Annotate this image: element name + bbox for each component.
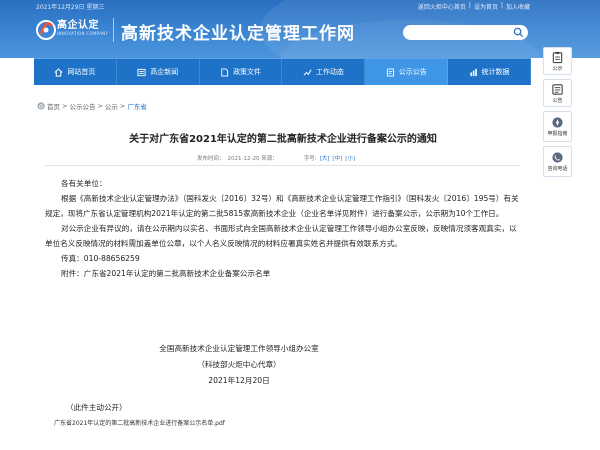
breadcrumb-separator: > bbox=[97, 102, 103, 110]
link-torch-home[interactable]: 返回火炬中心首页 bbox=[418, 2, 466, 11]
font-size-label: 字号: bbox=[303, 156, 317, 162]
link-separator: | bbox=[468, 2, 471, 9]
breadcrumb: 首页 > 公示公告 > 公示 > 广东省 bbox=[37, 101, 147, 111]
side-item-announcement[interactable]: 公告 bbox=[543, 79, 572, 107]
side-toolbar: 公示 公告 申报指南 咨询电话 bbox=[543, 47, 572, 181]
paragraph: 根据《高新技术企业认定管理办法》（国科发火〔2016〕32号）和《高新技术企业认… bbox=[45, 194, 519, 218]
nav-label: 公示公告 bbox=[398, 68, 427, 76]
nav-item-home[interactable]: 网站首页 bbox=[34, 59, 117, 85]
breadcrumb-current[interactable]: 广东省 bbox=[127, 101, 147, 111]
greeting: 各有关单位： bbox=[61, 179, 107, 188]
document-icon bbox=[221, 67, 229, 77]
site-header: 2021年12月29日 星期三 返回火炬中心首页 | 设为首页 | 加入收藏 高… bbox=[0, 0, 600, 58]
announcement-icon bbox=[552, 83, 563, 95]
published-label: 发布时间： bbox=[197, 156, 225, 162]
side-label: 公告 bbox=[552, 97, 563, 104]
header-divider bbox=[113, 18, 114, 42]
logo-subtitle: INNOVATION COMPANY bbox=[57, 31, 109, 36]
side-item-guide[interactable]: 申报指南 bbox=[543, 111, 572, 142]
nav-label: 高企新闻 bbox=[150, 68, 179, 76]
clipboard-icon bbox=[552, 51, 563, 63]
home-icon bbox=[54, 67, 63, 77]
signature-seal: （科技部火炬中心代章） bbox=[197, 360, 281, 369]
nav-label: 统计数据 bbox=[481, 68, 510, 76]
breadcrumb-notices[interactable]: 公示公告 bbox=[69, 101, 95, 111]
fax-line: 传真：010-88656259 bbox=[61, 254, 140, 263]
notice-icon bbox=[386, 67, 394, 77]
site-title: 高新技术企业认定管理工作网 bbox=[121, 24, 355, 44]
font-size-small[interactable]: [小] bbox=[345, 154, 355, 162]
side-item-publicity[interactable]: 公示 bbox=[543, 47, 572, 75]
nav-label: 网站首页 bbox=[67, 68, 96, 76]
breadcrumb-separator: > bbox=[119, 102, 126, 110]
article-body: 各有关单位： 根据《高新技术企业认定管理办法》（国科发火〔2016〕32号）和《… bbox=[45, 176, 520, 281]
side-item-phone[interactable]: 咨询电话 bbox=[543, 146, 572, 177]
nav-item-work-updates[interactable]: 工作动态 bbox=[282, 59, 366, 85]
nav-item-news[interactable]: 高企新闻 bbox=[117, 59, 200, 85]
trend-icon bbox=[303, 69, 312, 76]
side-label: 公示 bbox=[552, 65, 563, 72]
search-icon[interactable] bbox=[513, 27, 524, 38]
article-meta: 发布时间： 2021-12-20 来源： 字号: [大] [中] [小] bbox=[197, 154, 355, 162]
nav-item-policy[interactable]: 政策文件 bbox=[200, 59, 283, 85]
attachment-line: 附件：广东省2021年认定的第二批高新技术企业备案公示名单 bbox=[61, 269, 271, 278]
side-label: 申报指南 bbox=[547, 131, 568, 137]
home-icon bbox=[37, 102, 45, 110]
published-date: 2021-12-20 来源： bbox=[227, 156, 278, 162]
date-display: 2021年12月29日 星期三 bbox=[36, 4, 105, 11]
logo-text: 高企认定 bbox=[57, 20, 99, 31]
font-size-medium[interactable]: [中] bbox=[332, 154, 342, 162]
attachment-pdf-link[interactable]: 广东省2021年认定的第二批高新技术企业进行备案公示名单.pdf bbox=[54, 418, 225, 427]
breadcrumb-separator: > bbox=[62, 102, 68, 110]
search-input[interactable] bbox=[403, 25, 528, 40]
stats-icon bbox=[469, 68, 477, 76]
title-divider bbox=[45, 165, 520, 166]
nav-item-notices[interactable]: 公示公告 bbox=[365, 59, 449, 85]
meta-spacer bbox=[281, 154, 301, 162]
news-icon bbox=[137, 68, 146, 76]
side-label: 咨询电话 bbox=[547, 166, 568, 172]
font-size-large[interactable]: [大] bbox=[320, 154, 330, 162]
article-title: 关于对广东省2021年认定的第二批高新技术企业进行备案公示的通知 bbox=[129, 134, 437, 145]
nav-label: 政策文件 bbox=[233, 68, 262, 76]
guide-icon bbox=[552, 117, 563, 128]
signature-date: 2021年12月20日 bbox=[208, 376, 270, 385]
phone-icon bbox=[552, 152, 563, 163]
link-set-homepage[interactable]: 设为首页 bbox=[474, 2, 498, 11]
breadcrumb-publicity[interactable]: 公示 bbox=[105, 101, 118, 111]
paragraph: 对公示企业有异议的，请在公示期内以实名、书面形式向全国高新技术企业认定管理工作领… bbox=[45, 224, 517, 248]
link-add-favorite[interactable]: 加入收藏 bbox=[506, 2, 530, 11]
top-links: 返回火炬中心首页 | 设为首页 | 加入收藏 bbox=[418, 2, 530, 11]
breadcrumb-home[interactable]: 首页 bbox=[47, 101, 60, 111]
nav-label: 工作动态 bbox=[315, 68, 344, 76]
public-note: （此件主动公开） bbox=[66, 403, 127, 412]
main-nav: 网站首页 高企新闻 政策文件 工作动态 公示公告 统计数据 bbox=[34, 58, 531, 85]
link-separator: | bbox=[500, 2, 503, 9]
nav-item-statistics[interactable]: 统计数据 bbox=[448, 59, 531, 85]
signature-office: 全国高新技术企业认定管理工作领导小组办公室 bbox=[159, 344, 319, 353]
